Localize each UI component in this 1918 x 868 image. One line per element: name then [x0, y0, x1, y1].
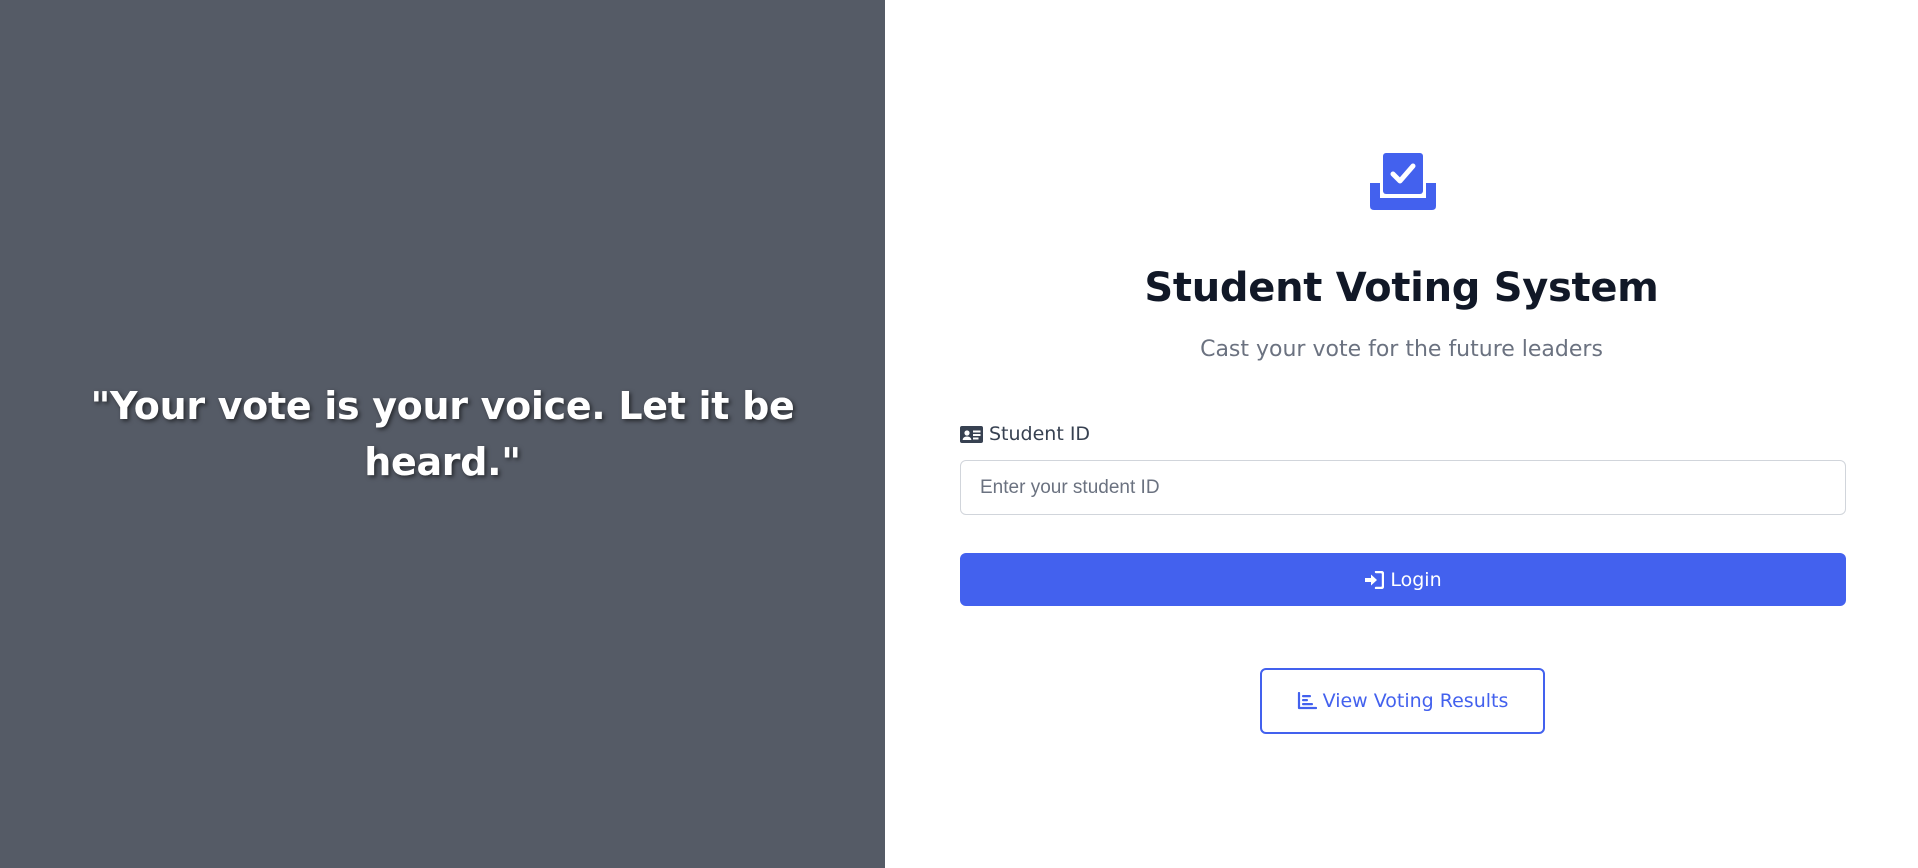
login-button[interactable]: Login	[960, 553, 1846, 606]
quote-panel: "Your vote is your voice. Let it be hear…	[0, 0, 885, 868]
sign-in-icon	[1364, 570, 1385, 589]
view-results-button[interactable]: View Voting Results	[1260, 668, 1545, 734]
page-layout: "Your vote is your voice. Let it be hear…	[0, 0, 1918, 868]
student-id-input[interactable]	[960, 460, 1846, 515]
student-id-label-text: Student ID	[989, 423, 1091, 445]
student-id-label: Student ID	[960, 420, 1090, 448]
view-results-button-label: View Voting Results	[1322, 690, 1509, 712]
page-subtitle: Cast your vote for the future leaders	[1200, 337, 1603, 362]
login-button-label: Login	[1390, 568, 1442, 591]
chart-bar-icon	[1297, 692, 1317, 710]
motivational-quote: "Your vote is your voice. Let it be hear…	[90, 384, 795, 484]
login-panel: Student Voting System Cast your vote for…	[885, 0, 1918, 868]
id-card-icon	[960, 425, 983, 443]
ballot-box-check-icon	[1368, 153, 1438, 210]
page-title: Student Voting System	[1144, 265, 1659, 311]
